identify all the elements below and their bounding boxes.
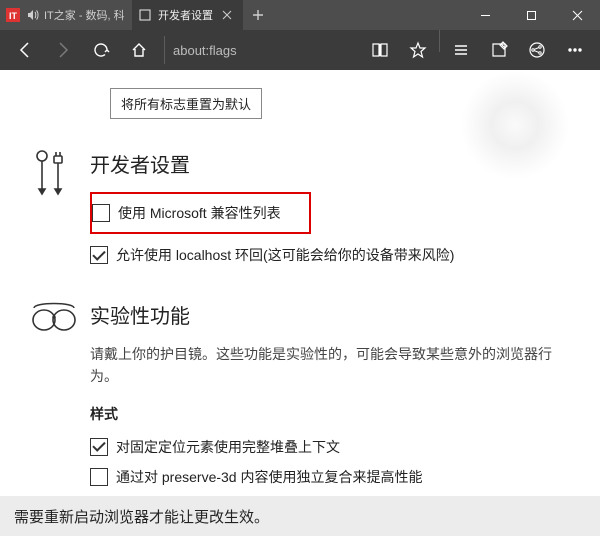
address-text: about:flags <box>173 43 237 58</box>
tab-title: 开发者设置 <box>158 7 213 23</box>
developer-section: 开发者设置 使用 Microsoft 兼容性列表 允许使用 localhost … <box>30 149 570 270</box>
settings-page-icon <box>138 8 152 22</box>
refresh-button[interactable] <box>82 30 120 70</box>
localhost-option[interactable]: 允许使用 localhost 环回(这可能会给你的设备带来风险) <box>90 240 570 270</box>
home-button[interactable] <box>120 30 158 70</box>
experiments-description: 请戴上你的护目镜。这些功能是实验性的，可能会导致某些意外的浏览器行为。 <box>90 343 570 388</box>
more-button[interactable] <box>556 30 594 70</box>
close-tab-button[interactable] <box>219 7 235 23</box>
option-label: 允许使用 localhost 环回(这可能会给你的设备带来风险) <box>116 245 454 265</box>
back-button[interactable] <box>6 30 44 70</box>
background-tab[interactable]: IT IT之家 - 数码, 科技, 生 <box>0 0 132 30</box>
experiments-heading: 实验性功能 <box>90 300 570 329</box>
toolbar-separator <box>439 30 440 52</box>
experiment-option[interactable]: 通过对 preserve-3d 内容使用独立复合来提高性能 <box>90 462 570 492</box>
restart-notification-bar: 需要重新启动浏览器才能让更改生效。 <box>0 496 600 536</box>
reading-view-button[interactable] <box>361 30 399 70</box>
hub-button[interactable] <box>442 30 480 70</box>
favorites-button[interactable] <box>399 30 437 70</box>
experiment-option[interactable]: 对固定定位元素使用完整堆叠上下文 <box>90 432 570 462</box>
checkbox-icon <box>90 468 108 486</box>
sound-icon <box>26 8 40 22</box>
svg-text:IT: IT <box>9 11 18 21</box>
styles-heading: 样式 <box>90 404 570 424</box>
page-content: 将所有标志重置为默认 开发者设置 使用 Microsoft 兼容性列表 <box>0 70 600 496</box>
window-controls <box>462 0 600 30</box>
close-window-button[interactable] <box>554 0 600 30</box>
active-tab[interactable]: 开发者设置 <box>132 0 243 30</box>
restart-text: 需要重新启动浏览器才能让更改生效。 <box>14 506 269 527</box>
navigation-toolbar: about:flags <box>0 30 600 70</box>
goggles-icon <box>30 300 90 496</box>
title-bar: IT IT之家 - 数码, 科技, 生 开发者设置 <box>0 0 600 30</box>
checkbox-checked-icon <box>90 438 108 456</box>
webnote-button[interactable] <box>480 30 518 70</box>
new-tab-button[interactable] <box>243 0 273 30</box>
developer-icon <box>30 149 90 270</box>
option-label: 使用 Microsoft 兼容性列表 <box>118 203 281 223</box>
minimize-button[interactable] <box>462 0 508 30</box>
experiments-section: 实验性功能 请戴上你的护目镜。这些功能是实验性的，可能会导致某些意外的浏览器行为… <box>30 300 570 496</box>
forward-button[interactable] <box>44 30 82 70</box>
compat-highlight-box: 使用 Microsoft 兼容性列表 <box>90 192 311 234</box>
reset-flags-button[interactable]: 将所有标志重置为默认 <box>110 88 262 119</box>
share-button[interactable] <box>518 30 556 70</box>
maximize-button[interactable] <box>508 0 554 30</box>
developer-heading: 开发者设置 <box>90 149 570 178</box>
checkbox-icon <box>92 204 110 222</box>
option-label: 对固定定位元素使用完整堆叠上下文 <box>116 437 340 457</box>
address-bar[interactable]: about:flags <box>164 36 361 64</box>
ithome-favicon: IT <box>6 8 20 22</box>
tab-title: IT之家 - 数码, 科技, 生 <box>44 7 124 23</box>
compat-list-option[interactable]: 使用 Microsoft 兼容性列表 <box>92 198 281 228</box>
checkbox-checked-icon <box>90 246 108 264</box>
option-label: 通过对 preserve-3d 内容使用独立复合来提高性能 <box>116 467 422 487</box>
